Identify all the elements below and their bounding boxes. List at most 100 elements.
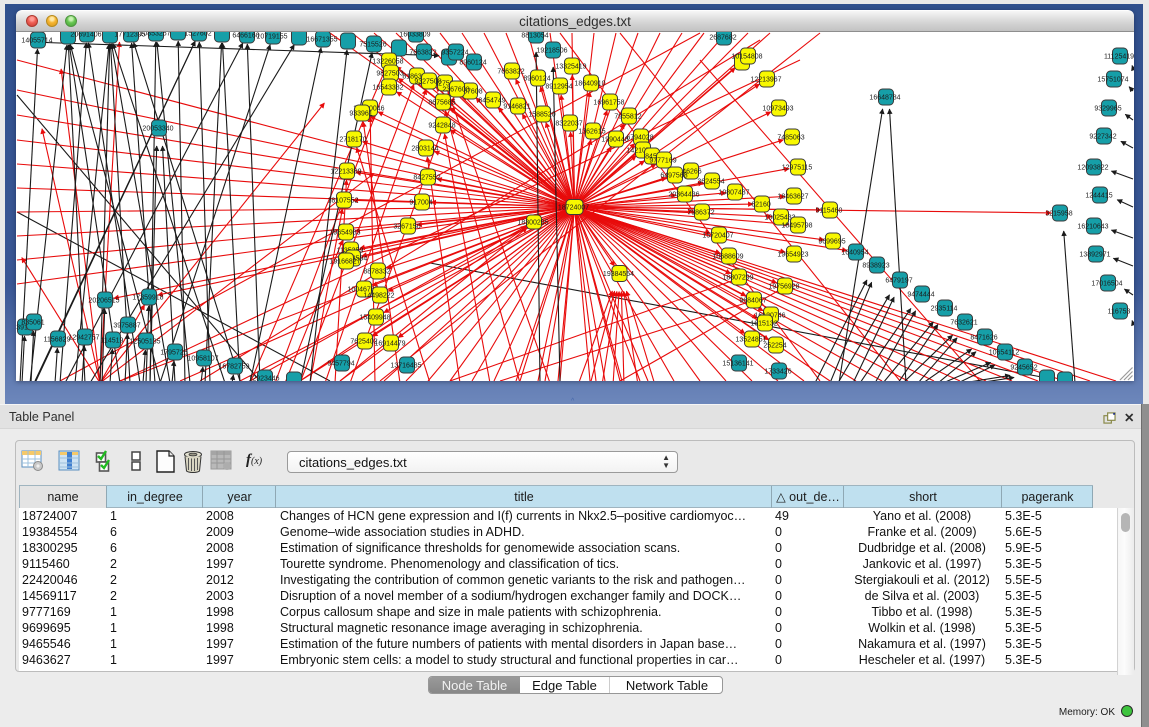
svg-text:10719155: 10719155 (256, 34, 287, 41)
svg-text:7986372: 7986372 (687, 210, 714, 217)
svg-text:19166827: 19166827 (329, 259, 360, 266)
svg-text:1990448: 1990448 (601, 137, 628, 144)
svg-text:8813054: 8813054 (521, 33, 548, 40)
svg-text:18807299: 18807299 (722, 275, 753, 282)
svg-text:9684067: 9684067 (739, 298, 766, 305)
svg-text:9227342: 9227342 (1089, 134, 1116, 141)
svg-text:8675685: 8675685 (428, 100, 455, 107)
svg-text:1640954: 1640954 (841, 250, 868, 257)
svg-text:1527602: 1527602 (184, 32, 211, 38)
svg-text:13524851: 13524851 (735, 337, 766, 344)
svg-text:917004: 917004 (409, 200, 432, 207)
svg-text:10853257: 10853257 (139, 32, 170, 38)
svg-text:8960124: 8960124 (523, 76, 550, 83)
svg-text:8912954: 8912954 (545, 84, 572, 91)
svg-text:1615132: 1615132 (750, 321, 777, 328)
svg-text:1244415: 1244415 (1085, 193, 1112, 200)
svg-text:8427552: 8427552 (413, 175, 440, 182)
svg-text:16033809: 16033809 (399, 32, 430, 39)
svg-text:3267150: 3267150 (393, 224, 420, 231)
svg-text:9699695: 9699695 (818, 239, 845, 246)
svg-text:114519: 114519 (101, 338, 124, 345)
svg-text:20364436: 20364436 (668, 192, 699, 199)
svg-text:16914479: 16914479 (374, 341, 405, 348)
svg-text:7663822: 7663822 (409, 50, 436, 57)
svg-text:12213967: 12213967 (750, 77, 781, 84)
svg-text:10807487: 10807487 (718, 190, 749, 197)
svg-text:2718170: 2718170 (339, 137, 366, 144)
svg-text:9329965: 9329965 (1094, 106, 1121, 113)
svg-text:12505135: 12505135 (129, 339, 160, 346)
svg-text:3215958: 3215958 (1045, 211, 1072, 218)
svg-text:12923446: 12923446 (248, 376, 279, 382)
svg-text:8322037: 8322037 (555, 121, 582, 128)
svg-text:15720407: 15720407 (702, 233, 733, 240)
svg-text:16648784: 16648784 (869, 95, 900, 102)
svg-text:18495798: 18495798 (781, 223, 812, 230)
svg-text:12942757: 12942757 (68, 335, 99, 342)
svg-text:8878332: 8878332 (363, 269, 390, 276)
svg-text:20206515: 20206515 (88, 298, 119, 305)
svg-text:2367608: 2367608 (442, 87, 469, 94)
svg-text:16543382: 16543382 (372, 85, 403, 92)
svg-text:7515526: 7515526 (359, 42, 386, 49)
svg-text:16782759: 16782759 (218, 364, 249, 371)
svg-text:835061: 835061 (21, 320, 44, 327)
svg-text:9777169: 9777169 (649, 158, 676, 165)
svg-text:15136141: 15136141 (722, 361, 753, 368)
svg-text:12213389: 12213389 (330, 169, 361, 176)
svg-text:10958107: 10958107 (187, 356, 218, 363)
svg-text:9245652: 9245652 (1010, 365, 1037, 372)
svg-text:19654923: 19654923 (777, 252, 808, 259)
svg-text:9115460: 9115460 (816, 208, 843, 215)
svg-text:9357224: 9357224 (441, 50, 468, 57)
svg-text:19218506: 19218506 (536, 48, 567, 55)
svg-text:9327508: 9327508 (414, 79, 441, 86)
svg-text:7955812: 7955812 (614, 114, 641, 121)
svg-text:13226058: 13226058 (372, 59, 403, 66)
svg-text:20053340: 20053340 (142, 126, 173, 133)
svg-text:8454749: 8454749 (478, 98, 505, 105)
svg-text:6497568: 6497568 (660, 173, 687, 180)
svg-text:9457794: 9457794 (327, 361, 354, 368)
svg-text:11125419: 11125419 (1104, 54, 1134, 61)
svg-text:6794028: 6794028 (626, 135, 653, 142)
svg-text:116753: 116753 (1108, 309, 1131, 316)
svg-text:3624554: 3624554 (697, 179, 724, 186)
svg-text:8960124: 8960124 (459, 60, 486, 67)
svg-text:16210643: 16210643 (1077, 224, 1108, 231)
svg-text:1588520: 1588520 (528, 112, 555, 119)
svg-text:16671355: 16671355 (306, 37, 337, 44)
svg-text:13716485: 13716485 (390, 363, 421, 370)
svg-text:20691406: 20691406 (70, 32, 101, 39)
svg-text:7663822: 7663822 (497, 69, 524, 76)
svg-text:2687682: 2687682 (709, 35, 736, 42)
svg-text:12093822: 12093822 (1077, 165, 1108, 172)
svg-text:14055714: 14055714 (21, 38, 52, 45)
svg-text:19756928: 19756928 (768, 284, 799, 291)
svg-text:17016504: 17016504 (1091, 281, 1122, 288)
svg-text:9827503: 9827503 (376, 71, 403, 78)
svg-text:12975115: 12975115 (782, 165, 813, 172)
svg-text:15409948: 15409948 (359, 315, 390, 322)
svg-text:8938923: 8938923 (862, 263, 889, 270)
svg-text:2935114: 2935114 (931, 306, 958, 313)
svg-text:19654983: 19654983 (329, 230, 360, 237)
svg-text:1733426: 1733426 (764, 369, 791, 376)
svg-text:18640910: 18640910 (574, 81, 605, 88)
svg-text:18107552: 18107552 (327, 198, 358, 205)
svg-text:252254: 252254 (763, 343, 786, 350)
svg-text:1156829: 1156829 (44, 337, 71, 344)
svg-text:18463627: 18463627 (777, 194, 808, 201)
svg-text:3975887: 3975887 (113, 323, 140, 330)
svg-text:933961: 933961 (349, 111, 372, 118)
svg-text:13892971: 13892971 (1079, 252, 1110, 259)
svg-text:9474444: 9474444 (907, 292, 934, 299)
svg-text:6479197: 6479197 (885, 278, 912, 285)
svg-text:13325419: 13325419 (555, 64, 586, 71)
svg-text:18724007: 18724007 (558, 205, 589, 212)
svg-text:15751074: 15751074 (1097, 77, 1128, 84)
svg-text:7632621: 7632621 (950, 320, 977, 327)
svg-text:62160: 62160 (751, 202, 771, 209)
svg-text:8471626: 8471626 (970, 335, 997, 342)
